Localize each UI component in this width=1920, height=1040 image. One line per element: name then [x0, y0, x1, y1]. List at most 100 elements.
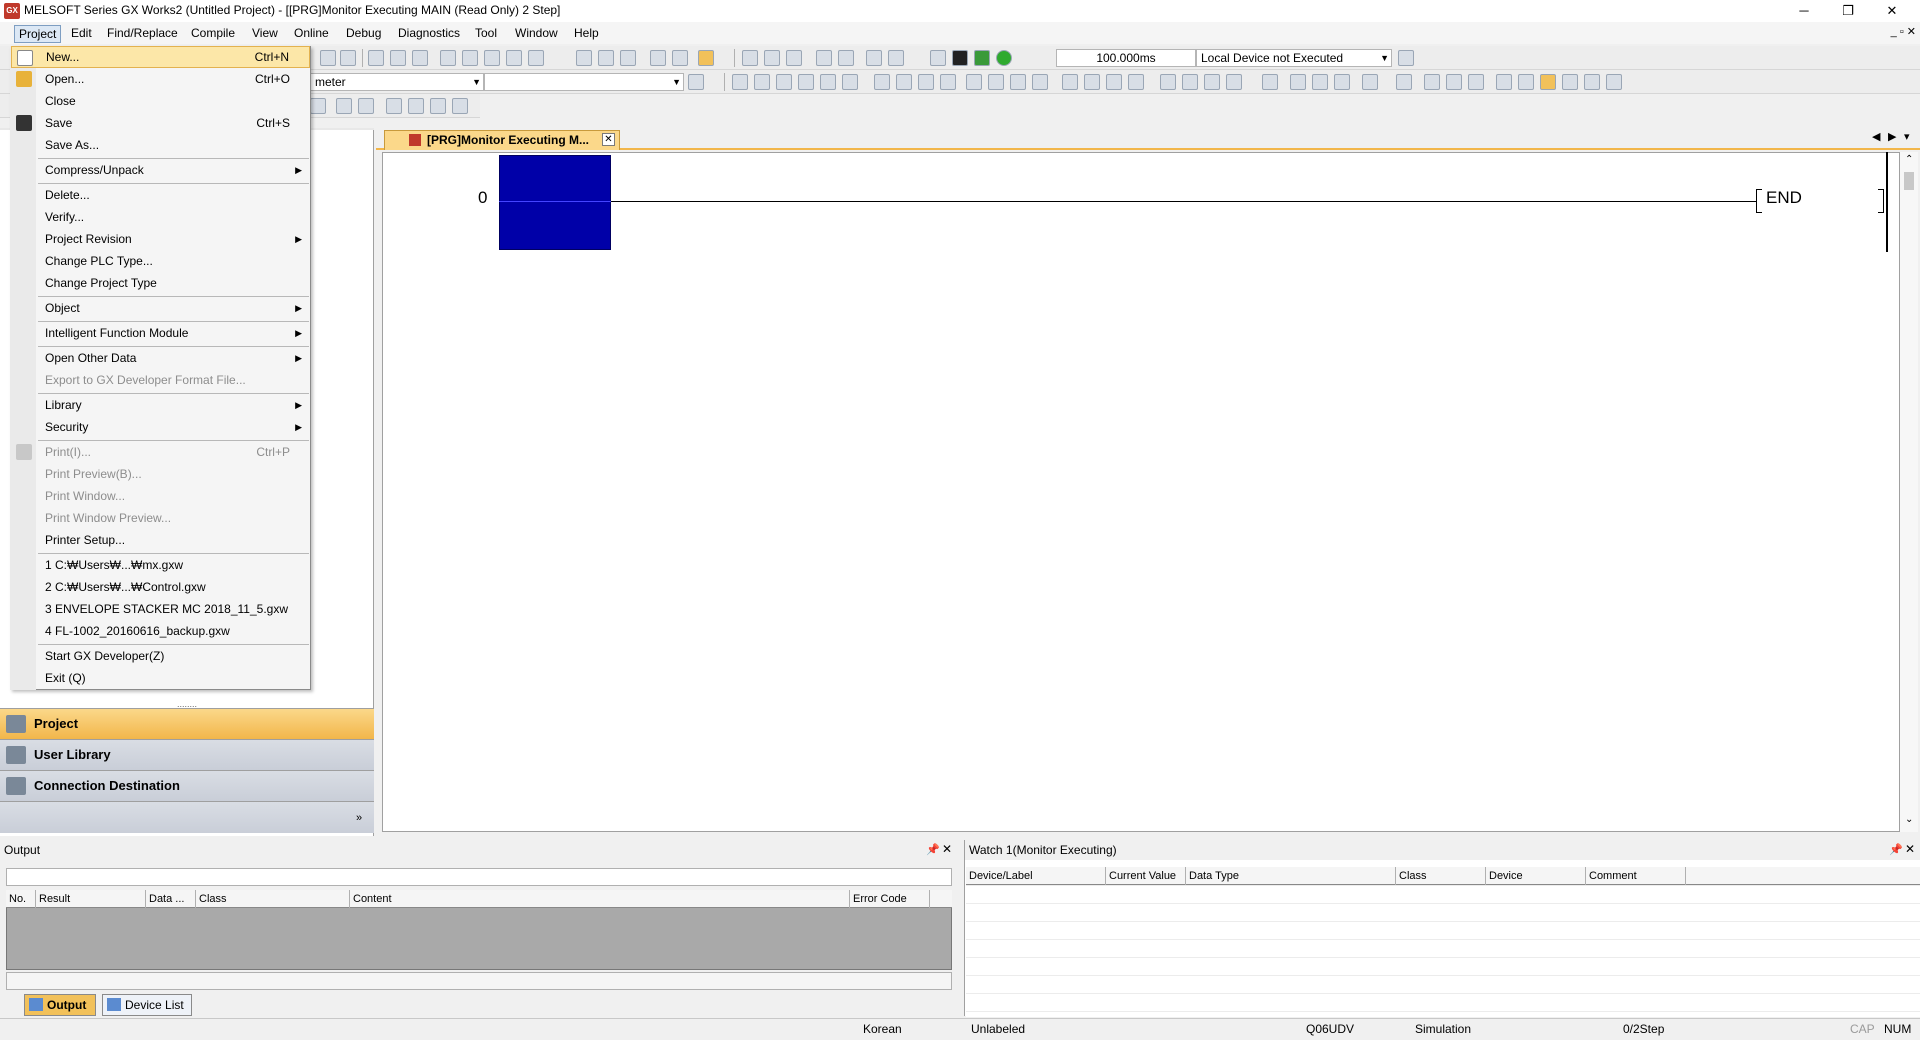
write-plc-icon[interactable] [390, 50, 406, 66]
sfc-transition-icon[interactable] [1182, 74, 1198, 90]
status-icon[interactable] [996, 50, 1012, 66]
operation-result-icon[interactable] [1128, 74, 1144, 90]
replace-icon[interactable] [672, 50, 688, 66]
nav-button-project[interactable]: Project [0, 708, 374, 739]
menu-item-security[interactable]: Security ▶ [11, 416, 310, 438]
chevron-down-icon[interactable]: ▼ [1380, 50, 1389, 66]
menu-online[interactable]: Online [290, 25, 333, 41]
undo-icon[interactable] [320, 50, 336, 66]
mdi-controls[interactable]: _ ▫ ✕ [1891, 25, 1916, 38]
clear-device-icon[interactable] [430, 98, 446, 114]
print-preview-icon[interactable] [1584, 74, 1600, 90]
monitor-mode-icon[interactable] [930, 50, 946, 66]
column-header[interactable]: No. [6, 890, 36, 908]
menu-compile[interactable]: Compile [187, 25, 239, 41]
column-header[interactable]: Class [196, 890, 350, 908]
comment-edit-icon[interactable] [1290, 74, 1306, 90]
system-monitor-icon[interactable] [598, 50, 614, 66]
close-icon[interactable]: ✕ [1905, 842, 1915, 856]
parameter-select[interactable]: meter ▼ [310, 73, 484, 91]
tab-scroll-right-icon[interactable]: ▶ [1888, 130, 1896, 143]
ladder-display-icon[interactable] [866, 50, 882, 66]
sfc-step-icon[interactable] [1160, 74, 1176, 90]
close-window-button[interactable]: ✕ [1870, 0, 1914, 22]
verify-plc-icon[interactable] [412, 50, 428, 66]
chevron-down-icon[interactable]: ▼ [672, 74, 681, 90]
device-batch-icon[interactable] [528, 50, 544, 66]
nav-button-connection-destination[interactable]: Connection Destination [0, 770, 374, 801]
menu-item-recent-2[interactable]: 2 C:₩Users₩...₩Control.gxw [11, 576, 310, 598]
zoom-out-icon[interactable] [1446, 74, 1462, 90]
device-display-icon[interactable] [1396, 74, 1412, 90]
menu-item-change-plc-type[interactable]: Change PLC Type... [11, 250, 310, 272]
read-plc-icon[interactable] [368, 50, 384, 66]
stop-icon[interactable] [952, 50, 968, 66]
close-tab-icon[interactable]: ✕ [602, 133, 615, 146]
zoom-in-icon[interactable] [1424, 74, 1440, 90]
menu-diagnostics[interactable]: Diagnostics [394, 25, 464, 41]
ladder-editor[interactable] [382, 152, 1900, 832]
monitor-start-icon[interactable] [440, 50, 456, 66]
note-edit-icon[interactable] [1334, 74, 1350, 90]
ladder-input-icon[interactable] [742, 50, 758, 66]
statement-edit-icon[interactable] [1312, 74, 1328, 90]
menu-item-new[interactable]: New... Ctrl+N [11, 46, 310, 68]
register-watch-icon[interactable] [452, 98, 468, 114]
ladder-comment-icon[interactable] [764, 50, 780, 66]
column-header[interactable]: Class [1396, 867, 1486, 885]
menu-help[interactable]: Help [570, 25, 603, 41]
menu-item-delete[interactable]: Delete... [11, 184, 310, 206]
menu-item-close[interactable]: Close [11, 90, 310, 112]
sfc-jump-icon[interactable] [1204, 74, 1220, 90]
close-icon[interactable]: ✕ [942, 842, 952, 856]
open-branch-icon[interactable] [776, 74, 792, 90]
pulse-open-icon[interactable] [1084, 74, 1100, 90]
editor-tab-main[interactable]: [PRG]Monitor Executing M... ✕ [384, 130, 620, 150]
menu-tool[interactable]: Tool [471, 25, 501, 41]
tab-list-icon[interactable]: ▾ [1904, 130, 1910, 143]
monitor-write-icon[interactable] [484, 50, 500, 66]
tab-device-list[interactable]: Device List [102, 994, 192, 1016]
run-icon[interactable] [974, 50, 990, 66]
program-select[interactable]: ▼ [484, 73, 684, 91]
search-instruction-icon[interactable] [1562, 74, 1578, 90]
pulse-close-icon[interactable] [1062, 74, 1078, 90]
ladder-cursor[interactable] [499, 155, 611, 250]
column-header[interactable]: Data ... [146, 890, 196, 908]
device-memory-icon[interactable] [358, 98, 374, 114]
menu-window[interactable]: Window [511, 25, 562, 41]
delete-horizontal-line-icon[interactable] [918, 74, 934, 90]
horizontal-line-icon[interactable] [874, 74, 890, 90]
ladder-fit-icon[interactable] [838, 50, 854, 66]
menu-find-replace[interactable]: Find/Replace [103, 25, 182, 41]
reset-device-icon[interactable] [408, 98, 424, 114]
cross-reference-icon[interactable] [1496, 74, 1512, 90]
sfc-end-icon[interactable] [1226, 74, 1242, 90]
invert-icon[interactable] [1106, 74, 1122, 90]
menu-edit[interactable]: Edit [67, 25, 96, 41]
device-list-icon[interactable] [1518, 74, 1534, 90]
menu-item-compress-unpack[interactable]: Compress/Unpack ▶ [11, 159, 310, 181]
menu-project[interactable]: Project [14, 25, 62, 43]
monitor-interval-field[interactable]: 100.000ms [1056, 49, 1196, 67]
scrollbar-thumb[interactable] [1904, 172, 1914, 190]
menu-item-change-project-type[interactable]: Change Project Type [11, 272, 310, 294]
device-comment-icon[interactable] [336, 98, 352, 114]
menu-item-recent-3[interactable]: 3 ENVELOPE STACKER MC 2018_11_5.gxw [11, 598, 310, 620]
tab-output[interactable]: Output [24, 994, 96, 1016]
menu-item-save[interactable]: Save Ctrl+S [11, 112, 310, 134]
tab-scroll-left-icon[interactable]: ◀ [1872, 130, 1880, 143]
menu-item-printer-setup[interactable]: Printer Setup... [11, 529, 310, 551]
menu-item-open[interactable]: Open... Ctrl+O [11, 68, 310, 90]
splitter-handle[interactable]: ........ [0, 700, 374, 709]
menu-item-recent-1[interactable]: 1 C:₩Users₩...₩mx.gxw [11, 554, 310, 576]
chevron-down-icon[interactable]: ▼ [472, 74, 481, 90]
local-device-select[interactable]: Local Device not Executed ▼ [1196, 49, 1392, 67]
column-header[interactable]: Error Code [850, 890, 930, 908]
column-header[interactable]: Device [1486, 867, 1586, 885]
menu-view[interactable]: View [248, 25, 282, 41]
menu-debug[interactable]: Debug [342, 25, 385, 41]
nav-button-user-library[interactable]: User Library [0, 739, 374, 770]
column-header[interactable]: Data Type [1186, 867, 1396, 885]
monitor-stop-icon[interactable] [462, 50, 478, 66]
